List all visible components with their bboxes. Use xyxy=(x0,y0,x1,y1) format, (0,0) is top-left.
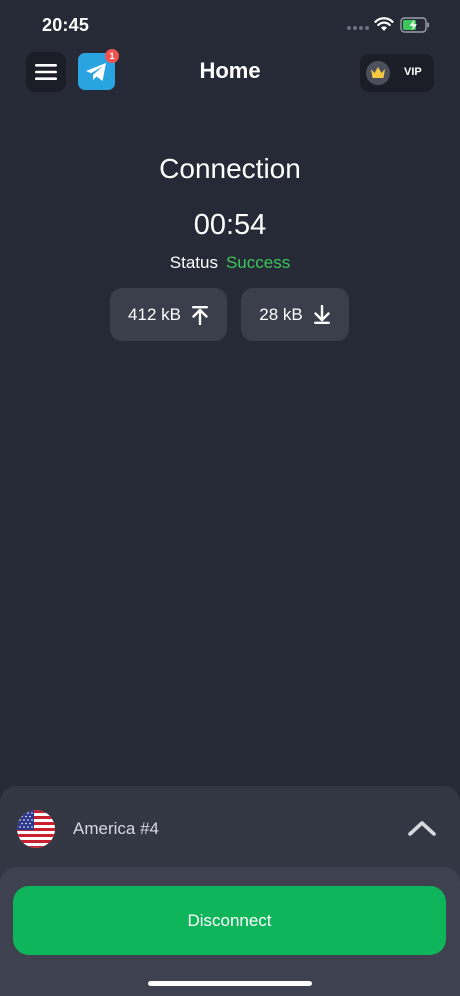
battery-charging-icon xyxy=(400,17,429,33)
download-arrow-icon xyxy=(313,304,330,324)
telegram-button[interactable]: 1 xyxy=(78,49,119,90)
wifi-icon xyxy=(374,17,394,31)
download-value: 28 kB xyxy=(259,304,303,324)
status-label: Status xyxy=(169,253,218,272)
notification-badge: 1 xyxy=(105,49,119,63)
upload-arrow-icon xyxy=(191,305,208,325)
disconnect-button[interactable]: Disconnect xyxy=(13,886,446,955)
upload-stat: 412 kB xyxy=(110,288,227,341)
status-time: 20:45 xyxy=(42,15,90,35)
menu-button[interactable] xyxy=(26,52,66,92)
us-flag-icon xyxy=(17,810,55,848)
hamburger-menu-icon xyxy=(35,64,57,80)
connection-title: Connection xyxy=(159,153,301,184)
server-selector[interactable]: America #4 xyxy=(0,786,460,868)
status-value: Success xyxy=(225,253,291,272)
home-screen: 20:45 1 Home VIP Connection 00:54 Status… xyxy=(0,0,460,996)
vip-button[interactable]: VIP xyxy=(360,54,434,92)
bottom-panel: America #4 Disconnect xyxy=(0,786,460,996)
vip-label: VIP xyxy=(404,66,422,78)
status-bar: 20:45 xyxy=(0,0,460,50)
download-stat: 28 kB xyxy=(241,288,349,341)
home-indicator xyxy=(148,981,312,986)
cellular-signal-icon xyxy=(347,26,369,30)
connection-timer: 00:54 xyxy=(193,209,267,241)
chevron-up-icon[interactable] xyxy=(406,818,438,838)
server-name: America #4 xyxy=(73,819,159,838)
connection-status: Status Success xyxy=(0,253,460,273)
crown-icon xyxy=(366,61,390,85)
upload-value: 412 kB xyxy=(128,304,181,324)
